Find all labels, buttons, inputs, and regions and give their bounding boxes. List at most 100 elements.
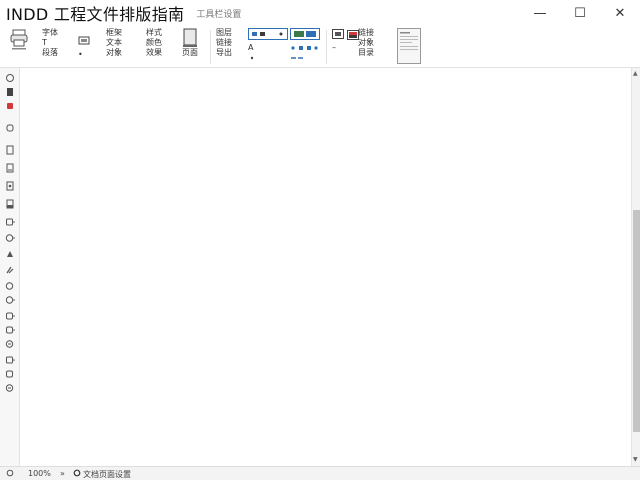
ribbon-group-page[interactable]: 页面 bbox=[182, 28, 206, 66]
tool-color[interactable] bbox=[4, 100, 16, 112]
scrollbar-thumb[interactable] bbox=[633, 210, 640, 432]
ribbon-toolbar: 字体 T 段落 • 框架 文本 对象 样式 颜色 效果 页面 图层 链接 导出 bbox=[0, 26, 640, 68]
paragraph-label: 段落 bbox=[42, 48, 58, 57]
ribbon-group-swatches[interactable]: – bbox=[332, 28, 359, 66]
ribbon-group-text[interactable]: 框架 文本 对象 bbox=[106, 28, 138, 66]
scroll-down-icon[interactable]: ▼ bbox=[633, 456, 638, 463]
color-tool-icon bbox=[7, 103, 13, 109]
ribbon-group-style[interactable]: 样式 颜色 效果 bbox=[146, 28, 178, 66]
rectangle-frame-icon bbox=[6, 218, 15, 226]
ribbon-group-layer[interactable]: 图层 链接 导出 bbox=[216, 28, 246, 66]
page-label: 页面 bbox=[182, 48, 198, 57]
ribbon-group-font[interactable]: 字体 T 段落 bbox=[42, 28, 74, 66]
font-sub-label: T bbox=[42, 38, 47, 47]
view-grid-icon[interactable] bbox=[290, 28, 320, 40]
tool-direct-select[interactable] bbox=[4, 86, 16, 98]
export-label: 导出 bbox=[216, 48, 232, 57]
ribbon-group-view-b[interactable] bbox=[290, 28, 322, 66]
font-label: 字体 bbox=[42, 28, 58, 37]
ellipse-tool-icon bbox=[5, 234, 15, 242]
pencil-tool-icon bbox=[6, 199, 14, 209]
document-canvas[interactable] bbox=[21, 68, 631, 466]
view-b-sub bbox=[290, 53, 322, 63]
tool-fill-stroke[interactable] bbox=[4, 382, 16, 394]
tool-scale[interactable] bbox=[4, 264, 16, 276]
window-title: INDD 工程文件排版指南 bbox=[6, 5, 185, 24]
arrange-icon bbox=[291, 45, 318, 50]
view-layout-icon[interactable] bbox=[248, 28, 288, 40]
ribbon-separator bbox=[210, 30, 211, 64]
minimize-button[interactable]: — bbox=[520, 0, 560, 26]
fill-stroke-icon bbox=[5, 384, 14, 392]
note-tool-icon bbox=[6, 326, 15, 334]
tool-selection[interactable] bbox=[4, 72, 16, 84]
ribbon-separator bbox=[326, 30, 327, 64]
tool-rectangle-frame[interactable] bbox=[4, 216, 16, 228]
text-label: 文本 bbox=[106, 38, 122, 47]
page-info: 文档页面设置 bbox=[83, 470, 131, 479]
frame-icon bbox=[78, 36, 90, 45]
tool-line[interactable] bbox=[4, 162, 16, 174]
tool-page[interactable] bbox=[4, 122, 16, 134]
tool-pencil[interactable] bbox=[4, 198, 16, 210]
swatch-dash: – bbox=[332, 43, 336, 52]
scroll-up-icon[interactable]: ▲ bbox=[633, 70, 638, 77]
tool-gradient[interactable] bbox=[4, 310, 16, 322]
objects-label: 对象 bbox=[358, 38, 374, 47]
frame-label: 框架 bbox=[106, 28, 122, 37]
dot-icon bbox=[250, 56, 254, 59]
tool-type[interactable] bbox=[4, 144, 16, 156]
window-controls: — ☐ ✕ bbox=[520, 0, 640, 26]
window-subtitle: 工具栏设置 bbox=[196, 9, 242, 20]
tool-ellipse[interactable] bbox=[4, 232, 16, 244]
tool-zoom[interactable] bbox=[4, 368, 16, 380]
link-icon bbox=[291, 56, 303, 59]
selection-tool-icon bbox=[6, 74, 14, 82]
type-tool-icon bbox=[6, 145, 14, 155]
tool-eyedropper[interactable] bbox=[4, 338, 16, 350]
ribbon-group-view-a[interactable]: A bbox=[248, 28, 290, 66]
tool-pen[interactable] bbox=[4, 180, 16, 192]
tool-free-transform[interactable] bbox=[4, 294, 16, 306]
zoom-level[interactable]: 100% bbox=[28, 469, 51, 478]
eyedropper-icon bbox=[5, 340, 14, 348]
maximize-button[interactable]: ☐ bbox=[560, 0, 600, 26]
link-label: 链接 bbox=[216, 38, 232, 47]
ribbon-group-printer[interactable] bbox=[10, 28, 32, 66]
status-separator: » bbox=[60, 469, 65, 478]
tool-shear[interactable] bbox=[4, 280, 16, 292]
preflight-icon[interactable] bbox=[6, 469, 14, 479]
tools-panel bbox=[0, 68, 20, 466]
vertical-scrollbar[interactable]: ▲ ▼ bbox=[631, 68, 640, 466]
free-transform-icon bbox=[5, 296, 15, 304]
line-tool-icon bbox=[6, 163, 14, 173]
page-preview-icon[interactable] bbox=[397, 28, 421, 64]
tool-hand[interactable] bbox=[4, 354, 16, 366]
rotate-tool-icon bbox=[7, 251, 13, 257]
tool-rotate[interactable] bbox=[4, 248, 16, 260]
ribbon-group-box[interactable]: • bbox=[78, 28, 98, 66]
status-bar: 100% » 文档页面设置 bbox=[0, 466, 640, 480]
printer-icon bbox=[10, 29, 28, 50]
toc-label: 目录 bbox=[358, 48, 374, 57]
frame-dot: • bbox=[78, 50, 83, 59]
ribbon-group-links[interactable]: 链接 对象 目录 bbox=[358, 28, 392, 66]
scale-tool-icon bbox=[6, 266, 14, 274]
tool-note[interactable] bbox=[4, 324, 16, 336]
style-label: 样式 bbox=[146, 28, 162, 37]
links-label: 链接 bbox=[358, 28, 374, 37]
close-button[interactable]: ✕ bbox=[600, 0, 640, 26]
ribbon-group-preview[interactable] bbox=[397, 28, 421, 66]
swatch-icon bbox=[332, 29, 344, 39]
image-icon bbox=[346, 30, 359, 40]
document-icon bbox=[73, 469, 81, 479]
effect-label: 效果 bbox=[146, 48, 162, 57]
gradient-tool-icon bbox=[6, 312, 15, 320]
object-label: 对象 bbox=[106, 48, 122, 57]
page-tool-icon bbox=[6, 124, 14, 132]
zoom-tool-icon bbox=[6, 370, 13, 378]
layer-label: 图层 bbox=[216, 28, 232, 37]
pen-tool-icon bbox=[6, 181, 14, 191]
view-b-icons bbox=[290, 43, 322, 53]
title-bar: INDD 工程文件排版指南 工具栏设置 — ☐ ✕ bbox=[0, 0, 640, 26]
